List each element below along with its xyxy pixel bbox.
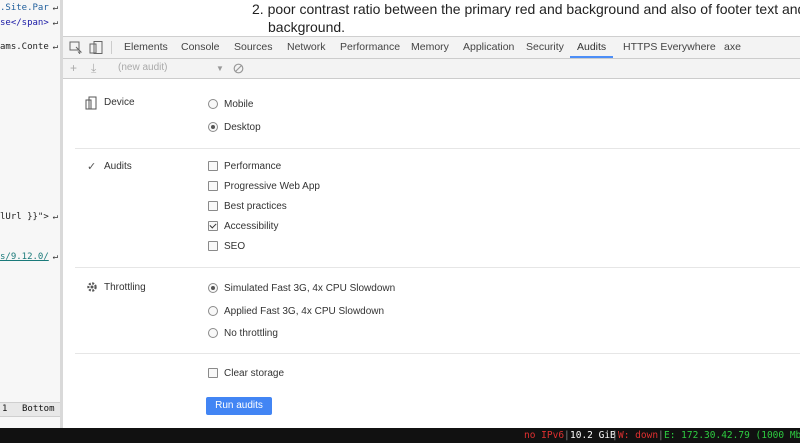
section-divider <box>75 353 800 354</box>
tab-elements[interactable]: Elements <box>124 37 168 58</box>
audit-option-performance[interactable]: Performance <box>208 161 281 172</box>
list-number: 2. <box>252 1 264 17</box>
page-list-continuation: background. <box>268 19 346 35</box>
radio-desktop[interactable] <box>208 122 218 133</box>
throttling-option-none[interactable]: No throttling <box>208 328 278 339</box>
checkbox-seo[interactable] <box>208 241 218 252</box>
code-line: s/9.12.0/ <box>0 252 49 262</box>
tab-sources[interactable]: Sources <box>234 37 273 58</box>
audits-section-label: Audits <box>104 161 132 172</box>
audit-select[interactable]: (new audit) <box>118 62 167 73</box>
wrap-marker-icon: ↵ <box>52 42 58 52</box>
device-toolbar-icon[interactable] <box>89 41 103 54</box>
wrap-marker-icon: ↵ <box>52 252 58 262</box>
section-divider <box>75 267 800 268</box>
add-icon[interactable]: + <box>70 62 77 74</box>
radio-no-throttling[interactable] <box>208 328 218 339</box>
system-status-bar: no IPv6 | 10.2 GiB | W: down | E: 172.30… <box>0 428 800 443</box>
radio-applied-throttling[interactable] <box>208 306 218 317</box>
tab-axe[interactable]: axe <box>724 37 741 58</box>
chevron-down-icon: ▼ <box>216 64 224 73</box>
checkbox-performance[interactable] <box>208 161 218 172</box>
audit-option-best-practices[interactable]: Best practices <box>208 201 287 212</box>
code-editor-pane[interactable]: .Site.Par se</span> ams.Conte lUrl }}"> … <box>0 0 61 428</box>
ipv6-status: no IPv6 <box>524 430 565 441</box>
code-line: ams.Conte <box>0 42 49 52</box>
devtools-panel: Elements Console Sources Network Perform… <box>63 36 800 429</box>
checkbox-accessibility[interactable] <box>208 221 218 232</box>
checkbox-best-practices[interactable] <box>208 201 218 212</box>
clear-icon[interactable] <box>233 63 244 74</box>
wrap-marker-icon: ↵ <box>52 212 58 222</box>
audit-option-accessibility[interactable]: Accessibility <box>208 221 278 232</box>
list-text: poor contrast ratio between the primary … <box>267 1 800 17</box>
inspect-element-icon[interactable] <box>69 41 83 54</box>
status-separator: | <box>564 430 570 441</box>
tab-network[interactable]: Network <box>287 37 326 58</box>
device-option-desktop[interactable]: Desktop <box>208 122 261 133</box>
status-separator: | <box>612 430 618 441</box>
tabbar-divider <box>111 41 112 54</box>
audit-option-seo[interactable]: SEO <box>208 241 245 252</box>
checkbox-pwa[interactable] <box>208 181 218 192</box>
tab-performance[interactable]: Performance <box>340 37 400 58</box>
checkmark-icon: ✓ <box>87 161 97 173</box>
clear-storage-option[interactable]: Clear storage <box>208 368 284 379</box>
wifi-status: W: down <box>618 430 659 441</box>
audit-option-pwa[interactable]: Progressive Web App <box>208 181 320 192</box>
throttling-option-applied[interactable]: Applied Fast 3G, 4x CPU Slowdown <box>208 306 384 317</box>
run-audits-button[interactable]: Run audits <box>206 397 272 415</box>
ethernet-status: E: 172.30.42.79 (1000 Mbi <box>664 430 800 441</box>
page-list-item: 2. poor contrast ratio between the prima… <box>252 1 800 17</box>
editor-statusline: 1 Bottom <box>0 402 60 417</box>
gear-icon <box>87 282 97 292</box>
code-line: .Site.Par <box>0 3 49 13</box>
device-section-label: Device <box>104 97 135 108</box>
checkbox-clear-storage[interactable] <box>208 368 218 379</box>
device-option-mobile[interactable]: Mobile <box>208 99 253 110</box>
line-number: 1 <box>2 404 8 414</box>
tab-security[interactable]: Security <box>526 37 564 58</box>
status-separator: | <box>658 430 664 441</box>
throttling-option-simulated[interactable]: Simulated Fast 3G, 4x CPU Slowdown <box>208 283 395 294</box>
radio-simulated-throttling[interactable] <box>208 283 218 294</box>
devtools-tabbar: Elements Console Sources Network Perform… <box>63 37 800 59</box>
code-line: lUrl }}"> <box>0 212 49 222</box>
tab-https-everywhere[interactable]: HTTPS Everywhere <box>623 37 716 58</box>
tab-audits[interactable]: Audits <box>570 37 614 58</box>
tab-console[interactable]: Console <box>181 37 220 58</box>
wrap-marker-icon: ↵ <box>52 3 58 13</box>
disk-status: 10.2 GiB <box>570 430 616 441</box>
download-icon[interactable]: ⤓ <box>91 62 96 74</box>
scroll-position: Bottom <box>22 404 55 414</box>
throttling-section-label: Throttling <box>104 282 146 293</box>
device-icon <box>85 96 97 110</box>
tab-memory[interactable]: Memory <box>411 37 449 58</box>
audits-toolbar: + ⤓ (new audit) ▼ <box>63 59 800 79</box>
radio-mobile[interactable] <box>208 99 218 110</box>
wrap-marker-icon: ↵ <box>52 18 58 28</box>
code-line: se</span> <box>0 18 49 28</box>
tab-application[interactable]: Application <box>463 37 514 58</box>
section-divider <box>75 148 800 149</box>
